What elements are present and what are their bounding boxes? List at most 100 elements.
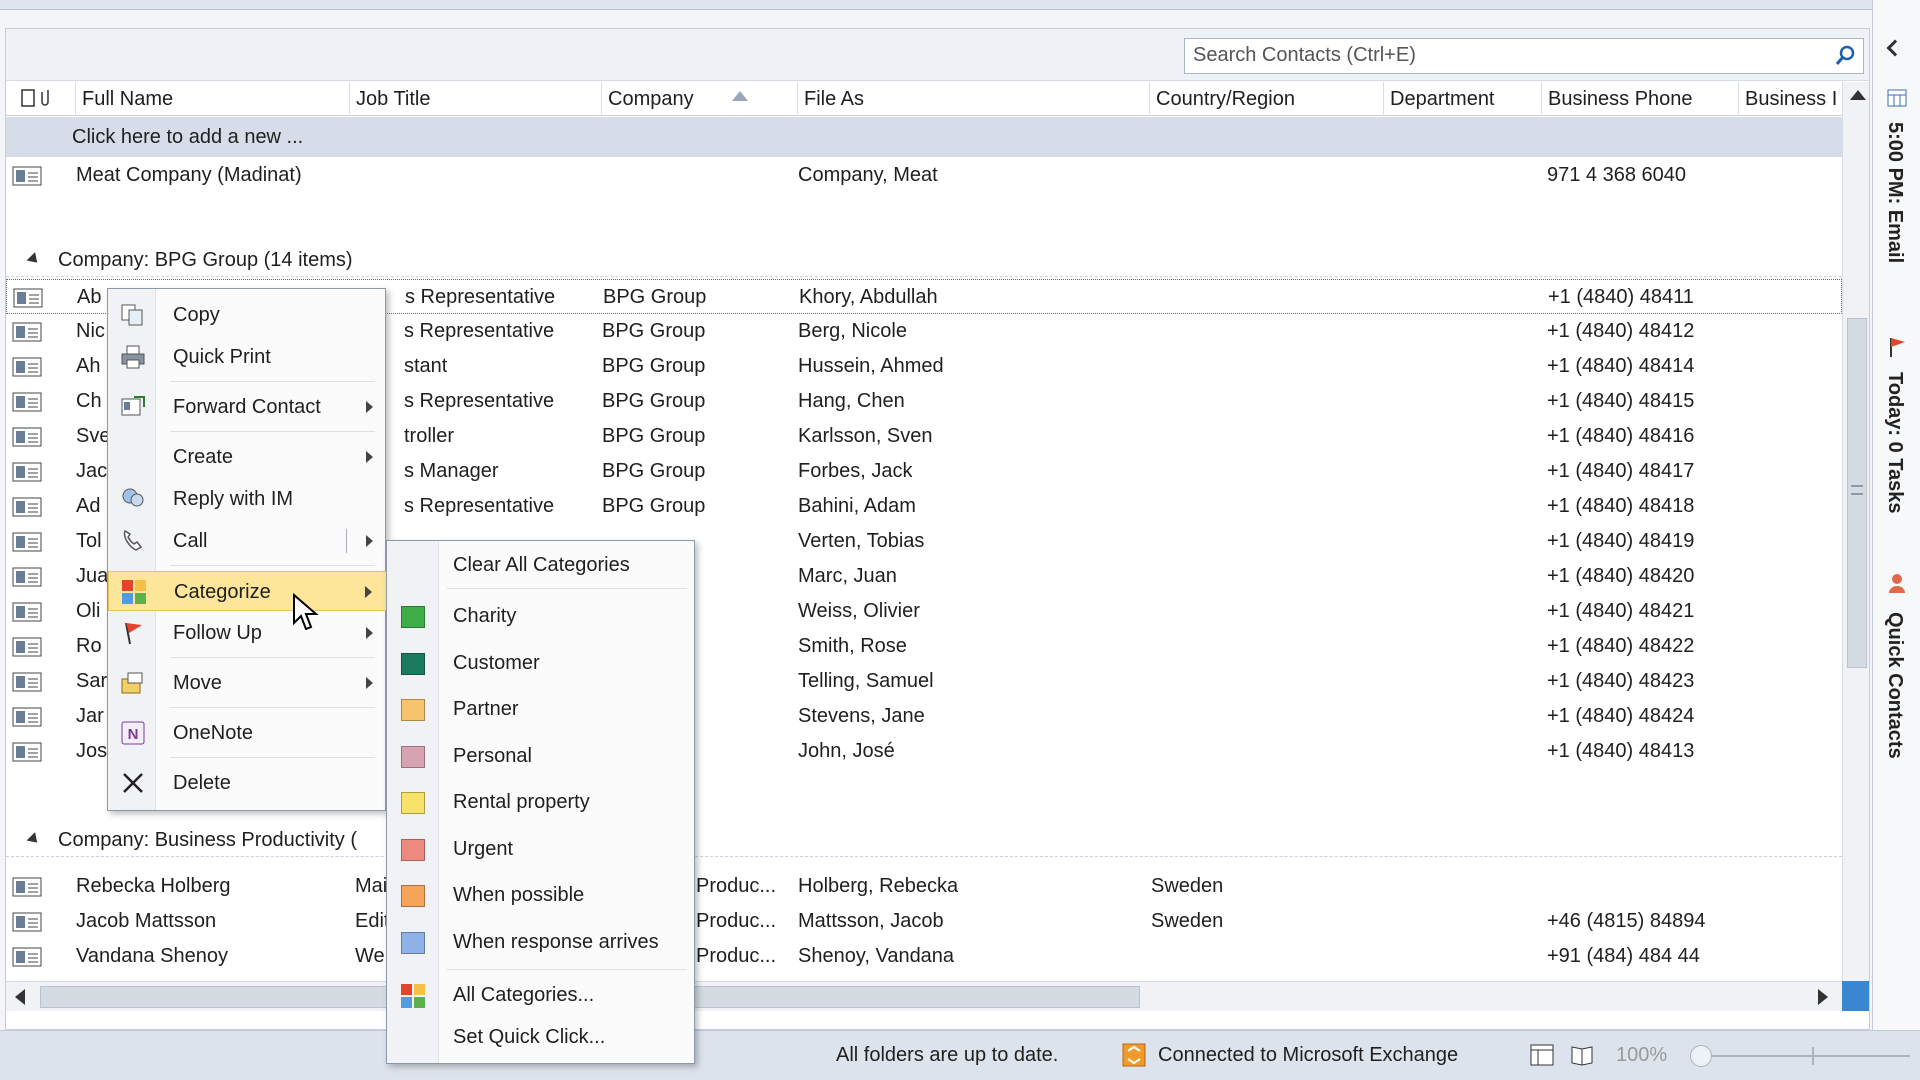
cell-business-phone: +1 (4840) 48423 bbox=[1547, 670, 1695, 692]
status-up-to-date: All folders are up to date. bbox=[836, 1044, 1059, 1066]
cell-business-phone: +91 (484) 484 44 bbox=[1547, 945, 1700, 967]
category-color-swatch bbox=[401, 885, 425, 907]
scroll-up-icon[interactable] bbox=[1850, 90, 1866, 100]
menu-item-quick-print[interactable]: Quick Print bbox=[108, 337, 387, 377]
column-header-row: Full Name Job Title Company File As Coun… bbox=[6, 82, 1842, 116]
search-icon[interactable] bbox=[1833, 44, 1857, 68]
cell-job-title: s Representative bbox=[404, 495, 555, 517]
contact-card-icon bbox=[12, 672, 42, 692]
cell-full-name: Jar bbox=[76, 705, 104, 727]
cell-file-as: Company, Meat bbox=[798, 164, 938, 186]
table-row[interactable]: Jacob Mattsson Edit Produc... Mattsson, Jac… bbox=[6, 904, 1842, 939]
scroll-left-icon[interactable] bbox=[15, 989, 25, 1005]
cell-full-name: Ad bbox=[76, 495, 101, 517]
status-connected[interactable]: Connected to Microsoft Exchange bbox=[1158, 1031, 1458, 1079]
menu-item-onenote[interactable]: N OneNote bbox=[108, 713, 387, 753]
contact-card-icon bbox=[12, 357, 42, 377]
header-job-title[interactable]: Job Title bbox=[350, 82, 602, 116]
todo-quick-contacts-text[interactable]: Quick Contacts bbox=[1883, 612, 1906, 759]
menu-item-delete[interactable]: Delete bbox=[108, 763, 387, 803]
menu-item-category-when-possible[interactable]: When possible bbox=[387, 875, 696, 915]
menu-item-copy[interactable]: Copy bbox=[108, 295, 387, 335]
scroll-thumb[interactable] bbox=[1847, 318, 1867, 668]
contact-card-icon bbox=[12, 166, 42, 186]
contact-card-icon bbox=[12, 532, 42, 552]
header-company[interactable]: Company bbox=[602, 82, 798, 116]
forward-contact-icon bbox=[121, 396, 145, 416]
cell-full-name: Oli bbox=[76, 600, 101, 622]
cell-file-as: Holberg, Rebecka bbox=[798, 875, 959, 897]
cell-business-phone: +1 (4840) 48415 bbox=[1547, 390, 1695, 412]
reading-view-icon[interactable] bbox=[1570, 1044, 1594, 1066]
header-icons[interactable] bbox=[6, 82, 76, 116]
table-row[interactable]: Vandana Shenoy We Produc... Shenoy, Vandana… bbox=[6, 939, 1842, 974]
menu-item-forward-contact[interactable]: Forward Contact bbox=[108, 387, 387, 427]
cell-business-phone: +1 (4840) 48411 bbox=[1548, 286, 1694, 308]
vertical-scrollbar[interactable] bbox=[1842, 82, 1869, 1011]
table-row[interactable]: Meat Company (Madinat) Company, Meat 971… bbox=[6, 158, 1842, 193]
collapse-triangle-icon[interactable] bbox=[26, 832, 42, 847]
menu-item-follow-up[interactable]: Follow Up bbox=[108, 613, 387, 653]
phone-icon bbox=[123, 529, 143, 551]
menu-item-category-charity[interactable]: Charity bbox=[387, 596, 696, 636]
copy-icon bbox=[121, 304, 143, 326]
instant-message-icon bbox=[122, 488, 144, 507]
grip-icon bbox=[1851, 485, 1863, 495]
cell-job-title: s Manager bbox=[404, 460, 499, 482]
zoom-slider-handle[interactable] bbox=[1812, 1047, 1814, 1065]
cell-file-as: Forbes, Jack bbox=[798, 460, 913, 482]
search-input[interactable]: Search Contacts (Ctrl+E) bbox=[1184, 38, 1864, 74]
cell-file-as: Berg, Nicole bbox=[798, 320, 907, 342]
scroll-right-icon[interactable] bbox=[1818, 989, 1828, 1005]
cell-full-name: Meat Company (Madinat) bbox=[76, 164, 302, 186]
menu-item-reply-with-im[interactable]: Reply with IM bbox=[108, 479, 387, 519]
header-department[interactable]: Department bbox=[1384, 82, 1542, 116]
contact-card-icon bbox=[12, 912, 42, 932]
group-header-business-productivity[interactable]: Company: Business Productivity ( bbox=[6, 823, 1842, 857]
menu-item-category-rental-property[interactable]: Rental property bbox=[387, 782, 696, 822]
menu-item-clear-all-categories[interactable]: Clear All Categories bbox=[387, 545, 696, 585]
menu-item-set-quick-click[interactable]: Set Quick Click... bbox=[387, 1017, 696, 1057]
menu-item-category-partner[interactable]: Partner bbox=[387, 689, 696, 729]
menu-item-call[interactable]: Call bbox=[108, 521, 387, 561]
header-business-fax[interactable]: Business I bbox=[1739, 82, 1842, 116]
cell-job-title: Mai bbox=[355, 875, 388, 897]
cell-business-phone: +1 (4840) 48418 bbox=[1547, 495, 1695, 517]
collapse-triangle-icon[interactable] bbox=[26, 252, 42, 267]
menu-item-move[interactable]: Move bbox=[108, 663, 387, 703]
todo-tasks-text[interactable]: Today: 0 Tasks bbox=[1883, 372, 1906, 514]
table-row[interactable]: Rebecka Holberg Mai Produc... Holberg, Rebe… bbox=[6, 869, 1842, 904]
cell-full-name: Tol bbox=[76, 530, 102, 552]
add-new-contact-row[interactable]: Click here to add a new ... bbox=[6, 117, 1842, 157]
zoom-level[interactable]: 100% bbox=[1616, 1031, 1667, 1079]
cell-file-as: Hang, Chen bbox=[798, 390, 905, 412]
contact-card-icon bbox=[12, 462, 42, 482]
contact-card-icon bbox=[12, 877, 42, 897]
ribbon-strip bbox=[0, 0, 1920, 10]
menu-item-category-urgent[interactable]: Urgent bbox=[387, 829, 696, 869]
group-header-bpg[interactable]: Company: BPG Group (14 items) bbox=[6, 243, 1842, 277]
horizontal-scrollbar[interactable] bbox=[6, 981, 1842, 1011]
menu-item-all-categories[interactable]: All Categories... bbox=[387, 975, 696, 1015]
cell-file-as: Karlsson, Sven bbox=[798, 425, 933, 447]
header-country-region[interactable]: Country/Region bbox=[1150, 82, 1384, 116]
cell-full-name: Sve bbox=[76, 425, 111, 447]
normal-view-icon[interactable] bbox=[1530, 1044, 1554, 1066]
menu-item-categorize[interactable]: Categorize bbox=[108, 571, 387, 611]
cell-full-name: Jua bbox=[76, 565, 109, 587]
exchange-icon bbox=[1122, 1043, 1146, 1067]
header-file-as[interactable]: File As bbox=[798, 82, 1150, 116]
todo-calendar-text[interactable]: 5:00 PM: Email bbox=[1883, 122, 1906, 263]
header-business-phone[interactable]: Business Phone bbox=[1542, 82, 1739, 116]
zoom-slider[interactable] bbox=[1690, 1055, 1910, 1057]
cell-business-phone: +1 (4840) 48412 bbox=[1547, 320, 1695, 342]
menu-item-category-customer[interactable]: Customer bbox=[387, 643, 696, 683]
zoom-out-button[interactable] bbox=[1690, 1045, 1712, 1067]
header-full-name[interactable]: Full Name bbox=[76, 82, 350, 116]
cell-file-as: Khory, Abdullah bbox=[799, 286, 938, 308]
menu-item-category-personal[interactable]: Personal bbox=[387, 736, 696, 776]
menu-item-category-when-response-arrives[interactable]: When response arrives bbox=[387, 922, 696, 962]
menu-item-create[interactable]: Create bbox=[108, 437, 387, 477]
expand-chevron-icon[interactable] bbox=[1886, 39, 1904, 57]
context-menu: Copy Quick Print Forward Contact Create … bbox=[107, 288, 387, 811]
